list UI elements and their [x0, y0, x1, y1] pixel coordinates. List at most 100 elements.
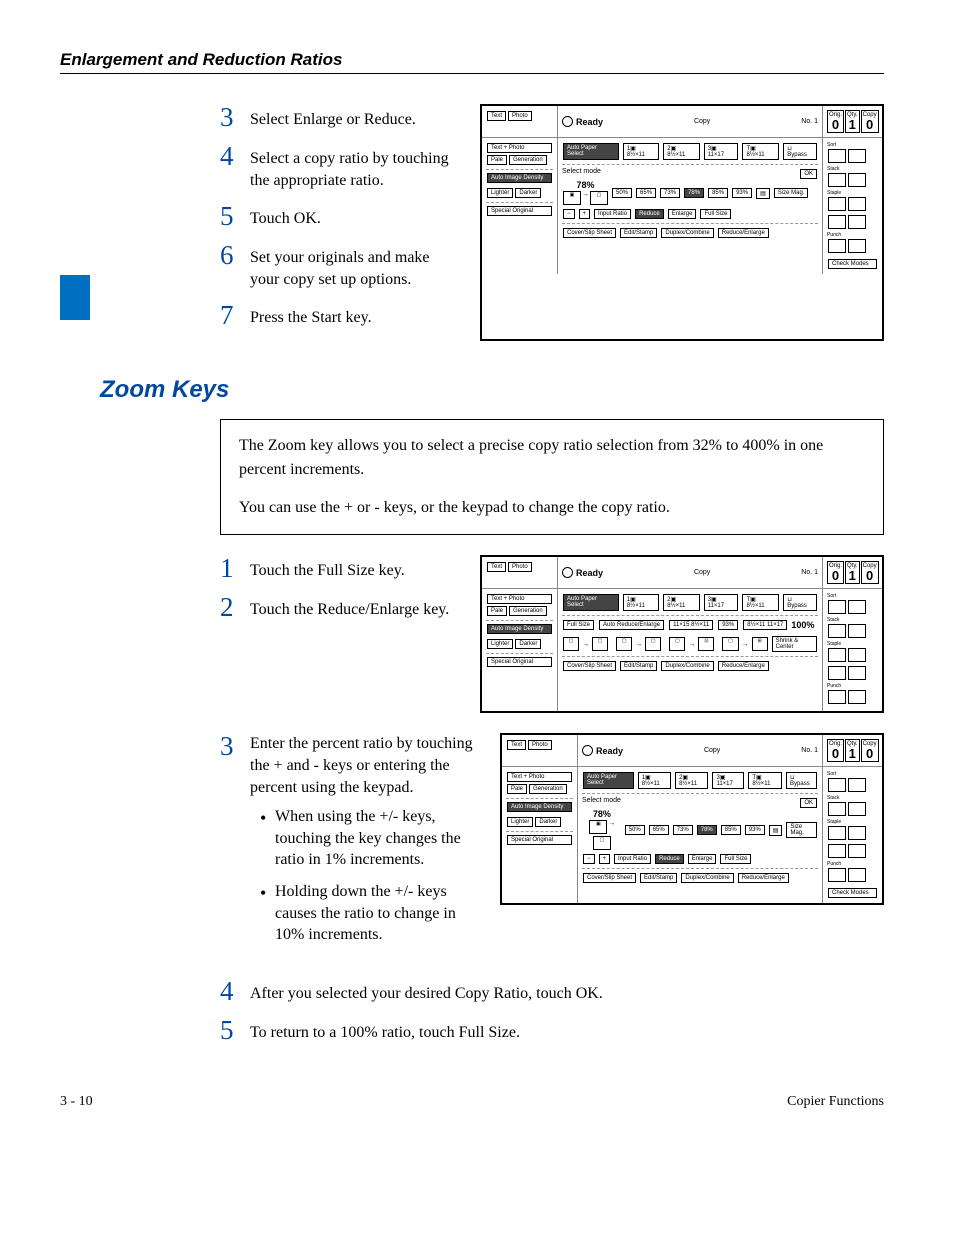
bullet-2: Holding down the +/- keys causes the rat… — [275, 881, 480, 946]
check-btn: Check Modes — [828, 888, 877, 898]
staple-label: Staple — [827, 190, 878, 196]
step-number: 5 — [220, 203, 238, 230]
pale-btn: Pale — [507, 784, 527, 794]
ready-label: Ready — [576, 117, 603, 127]
reduce-btn: Reduce — [655, 854, 684, 864]
duplex-btn: Duplex/Combine — [681, 873, 733, 883]
step-text: Press the Start key. — [250, 302, 372, 329]
ready-label: Ready — [576, 568, 603, 578]
punch-label: Punch — [827, 861, 878, 867]
step-number: 2 — [220, 594, 238, 621]
job-no: No. 1 — [801, 118, 818, 125]
step-text: Select Enlarge or Reduce. — [250, 104, 416, 131]
step-text: Set your originals and make your copy se… — [250, 242, 460, 290]
minus-btn: − — [583, 854, 595, 864]
qty-count: 1 — [847, 747, 858, 760]
copier-panel-figure-2: TextPhoto Ready Copy No. 1 Orig.0 Qty.1 … — [480, 555, 884, 713]
qty-count: 1 — [847, 118, 858, 131]
autopaper-btn: Auto Paper Select — [563, 143, 619, 160]
step-number: 4 — [220, 143, 238, 170]
staple-label: Staple — [827, 819, 878, 825]
inputratio-btn: Input Ratio — [614, 854, 651, 864]
step-number: 4 — [220, 978, 238, 1005]
selectmode-label: Select mode — [582, 797, 621, 809]
special-btn: Special Original — [487, 206, 552, 216]
zoom-step-1: 1 Touch the Full Size key. — [220, 555, 460, 582]
gen-btn: Generation — [529, 784, 567, 794]
ratio-50: 50% — [625, 825, 645, 835]
duplex-btn: Duplex/Combine — [661, 228, 713, 238]
pct100-label: 100% — [791, 620, 814, 630]
textphoto-btn: Text + Photo — [487, 143, 552, 153]
zoom-keys-heading: Zoom Keys — [100, 376, 884, 404]
orig-count: 0 — [829, 747, 842, 760]
photo-btn: Photo — [528, 740, 552, 750]
sizemag-btn: Size Mag. — [774, 188, 809, 198]
copier-panel-figure-1: TextPhoto Ready Copy No. 1 Orig.0 Qty.1 … — [480, 104, 884, 341]
enlarge-btn: Enlarge — [668, 209, 697, 219]
autoimg-btn: Auto Image Density — [507, 802, 572, 812]
photo-btn: Photo — [508, 562, 532, 572]
orig-count: 0 — [829, 569, 842, 582]
ratio-65: 65% — [649, 825, 669, 835]
gen-btn: Generation — [509, 155, 547, 165]
page-header: Enlargement and Reduction Ratios — [60, 50, 342, 69]
step-text: Touch OK. — [250, 203, 321, 230]
staple-label: Staple — [827, 641, 878, 647]
stack-label: Stack — [827, 617, 878, 623]
ok-btn: OK — [800, 169, 817, 179]
special-btn: Special Original — [487, 657, 552, 667]
orig-count: 0 — [829, 118, 842, 131]
copy-count: 0 — [863, 118, 877, 131]
copy-count: 0 — [863, 569, 877, 582]
stack-label: Stack — [827, 166, 878, 172]
cover-btn: Cover/Slip Sheet — [563, 228, 616, 238]
redenl-btn: Reduce/Enlarge — [718, 661, 769, 671]
zoom-step-5: 5 To return to a 100% ratio, touch Full … — [220, 1017, 884, 1044]
photo-btn: Photo — [508, 111, 532, 121]
punch-label: Punch — [827, 232, 878, 238]
text-btn: Text — [487, 111, 506, 121]
pct93-btn: 93% — [718, 620, 738, 630]
zoom-step-4: 4 After you selected your desired Copy R… — [220, 978, 884, 1005]
special-btn: Special Original — [507, 835, 572, 845]
step-number: 3 — [220, 104, 238, 131]
darker-btn: Darker — [535, 817, 561, 827]
copy-label: Copy — [704, 747, 720, 754]
step-text: Touch the Full Size key. — [250, 555, 405, 582]
ratio-78: 78% — [697, 825, 717, 835]
ratio-85: 85% — [708, 188, 728, 198]
autore-btn: Auto Reduce/Enlarge — [599, 620, 664, 630]
lighter-btn: Lighter — [487, 188, 513, 198]
ratio-78: 78% — [684, 188, 704, 198]
pale-btn: Pale — [487, 606, 507, 616]
step-text: Select a copy ratio by touching the appr… — [250, 143, 460, 191]
ratio-73: 73% — [660, 188, 680, 198]
sort-label: Sort — [827, 771, 878, 777]
footer-page: 3 - 10 — [60, 1094, 93, 1110]
step-5: 5 Touch OK. — [220, 203, 460, 230]
step-text: Enter the percent ratio by touching the … — [250, 730, 473, 795]
fullsize-btn: Full Size — [720, 854, 751, 864]
ratio-65: 65% — [636, 188, 656, 198]
zoom-step-2: 2 Touch the Reduce/Enlarge key. — [220, 594, 460, 621]
ratio1-btn: 11×15 8½×11 — [669, 620, 713, 630]
punch-label: Punch — [827, 683, 878, 689]
step-3: 3 Select Enlarge or Reduce. — [220, 104, 460, 131]
qty-count: 1 — [847, 569, 858, 582]
redenl-btn: Reduce/Enlarge — [718, 228, 769, 238]
autopaper-btn: Auto Paper Select — [583, 772, 634, 789]
zoom-info-box: The Zoom key allows you to select a prec… — [220, 419, 884, 535]
ok-btn: OK — [800, 798, 817, 808]
copy-label: Copy — [694, 118, 710, 125]
step-number: 6 — [220, 242, 238, 269]
shrink-btn: Shrink & Center — [772, 636, 817, 652]
ratio-73: 73% — [673, 825, 693, 835]
stack-label: Stack — [827, 795, 878, 801]
text-btn: Text — [487, 562, 506, 572]
lighter-btn: Lighter — [487, 639, 513, 649]
ready-label: Ready — [596, 746, 623, 756]
autoimg-btn: Auto Image Density — [487, 173, 552, 183]
plus-btn: + — [599, 854, 611, 864]
fullsize-btn: Full Size — [700, 209, 731, 219]
